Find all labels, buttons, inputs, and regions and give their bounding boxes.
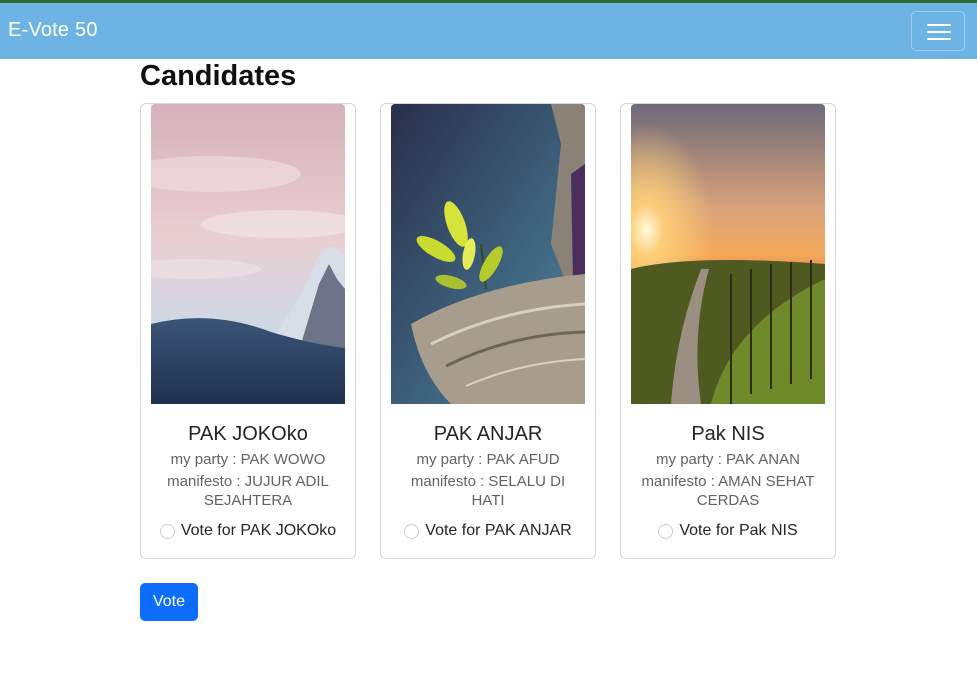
vote-option-label: Vote for Pak NIS	[679, 522, 798, 539]
candidate-manifesto: manifesto : SELALU DI HATI	[410, 473, 566, 509]
navbar: E-Vote 50	[0, 3, 977, 59]
candidate-name: Pak NIS	[691, 423, 765, 445]
vote-radio[interactable]	[658, 523, 674, 539]
candidate-photo	[151, 104, 345, 404]
navbar-toggle-button[interactable]	[911, 11, 965, 51]
candidate-party: my party : PAK WOWO	[170, 451, 326, 468]
vote-option[interactable]: Vote for PAK ANJAR	[381, 522, 595, 540]
candidate-card: PAK JOKOko my party : PAK WOWO manifesto…	[140, 103, 356, 559]
vote-option-label: Vote for PAK ANJAR	[425, 522, 572, 539]
vote-radio[interactable]	[404, 523, 420, 539]
candidate-party: my party : PAK AFUD	[416, 451, 560, 468]
page-title: Candidates	[140, 60, 297, 92]
vote-submit-button[interactable]: Vote	[140, 583, 198, 621]
candidate-name: PAK JOKOko	[188, 423, 308, 445]
candidate-manifesto: manifesto : JUJUR ADIL SEJAHTERA	[167, 473, 329, 509]
candidate-manifesto: manifesto : AMAN SEHAT CERDAS	[641, 473, 815, 509]
candidate-photo	[391, 104, 585, 404]
candidate-card: PAK ANJAR my party : PAK AFUD manifesto …	[380, 103, 596, 559]
vote-option-label: Vote for PAK JOKOko	[180, 522, 337, 539]
vote-option[interactable]: Vote for Pak NIS	[621, 522, 835, 540]
candidate-photo	[631, 104, 825, 404]
candidate-card: Pak NIS my party : PAK ANAN manifesto : …	[620, 103, 836, 559]
vote-radio[interactable]	[159, 523, 175, 539]
vote-option[interactable]: Vote for PAK JOKOko	[141, 522, 355, 540]
candidate-party: my party : PAK ANAN	[656, 451, 800, 468]
brand-link[interactable]: E-Vote 50	[8, 19, 98, 42]
candidate-name: PAK ANJAR	[433, 423, 543, 445]
